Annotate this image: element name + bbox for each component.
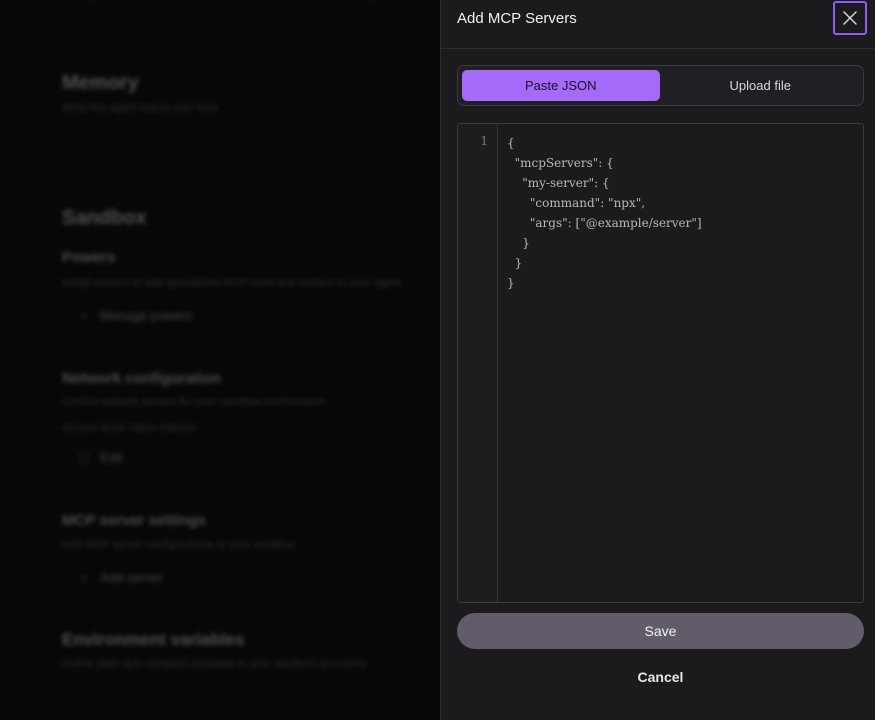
- code-line: "mcpServers": {: [507, 156, 614, 170]
- background-settings-page: — — — — — — — Memory What the agent lear…: [0, 0, 440, 720]
- network-edit-button[interactable]: ☐ Edit: [78, 450, 123, 465]
- close-button[interactable]: [833, 1, 867, 35]
- cancel-button[interactable]: Cancel: [457, 662, 864, 692]
- mcp-settings-description: Add MCP server configurations to your sa…: [62, 539, 296, 551]
- env-title: Environment variables: [62, 630, 245, 649]
- close-icon: [843, 11, 857, 25]
- env-description: Define plain text variables available to…: [62, 658, 368, 670]
- save-button[interactable]: Save: [457, 613, 864, 649]
- memory-title: Memory: [62, 72, 139, 94]
- code-line: }: [507, 256, 523, 270]
- code-line: }: [507, 236, 530, 250]
- plus-icon: +: [80, 570, 88, 585]
- drawer-title: Add MCP Servers: [457, 10, 577, 27]
- plus-icon: +: [80, 308, 88, 323]
- code-line: "command": "npx",: [507, 196, 646, 210]
- code-line: "args": ["@example/server"]: [507, 216, 702, 230]
- tab-paste-json[interactable]: Paste JSON: [462, 70, 660, 101]
- json-editor[interactable]: 1 { "mcpServers": { "my-server": { "comm…: [457, 123, 864, 603]
- top-line-left: — — — —: [72, 0, 126, 6]
- sandbox-title: Sandbox: [62, 207, 147, 229]
- edit-icon: ☐: [78, 450, 90, 465]
- manage-powers-label: Manage powers: [100, 308, 193, 323]
- line-number-gutter: 1: [458, 124, 498, 602]
- add-server-button[interactable]: + Add server: [78, 570, 163, 585]
- code-content[interactable]: { "mcpServers": { "my-server": { "comman…: [507, 133, 855, 293]
- add-server-label: Add server: [100, 570, 163, 585]
- powers-description: Install powers to add specialized MCP to…: [62, 277, 402, 289]
- network-title: Network configuration: [62, 370, 222, 387]
- powers-title: Powers: [62, 249, 116, 266]
- memory-divider: [62, 136, 152, 137]
- code-line: {: [507, 136, 515, 150]
- code-line: }: [507, 276, 515, 290]
- manage-powers-button[interactable]: + Manage powers: [78, 308, 193, 323]
- drawer-header: Add MCP Servers: [441, 0, 875, 49]
- tab-upload-file[interactable]: Upload file: [662, 70, 860, 101]
- network-access-level: Access level: Open internet: [62, 422, 196, 434]
- top-line-right: — — —: [352, 0, 392, 6]
- add-mcp-servers-drawer: Add MCP Servers Paste JSON Upload file 1…: [440, 0, 875, 720]
- network-description: Control network access for your sandbox …: [62, 396, 325, 408]
- mcp-settings-title: MCP server settings: [62, 512, 206, 529]
- line-number: 1: [480, 134, 488, 148]
- network-edit-label: Edit: [100, 450, 123, 465]
- memory-description: What the agent learns over time: [62, 102, 218, 114]
- input-mode-tabs: Paste JSON Upload file: [457, 65, 864, 106]
- code-line: "my-server": {: [507, 176, 610, 190]
